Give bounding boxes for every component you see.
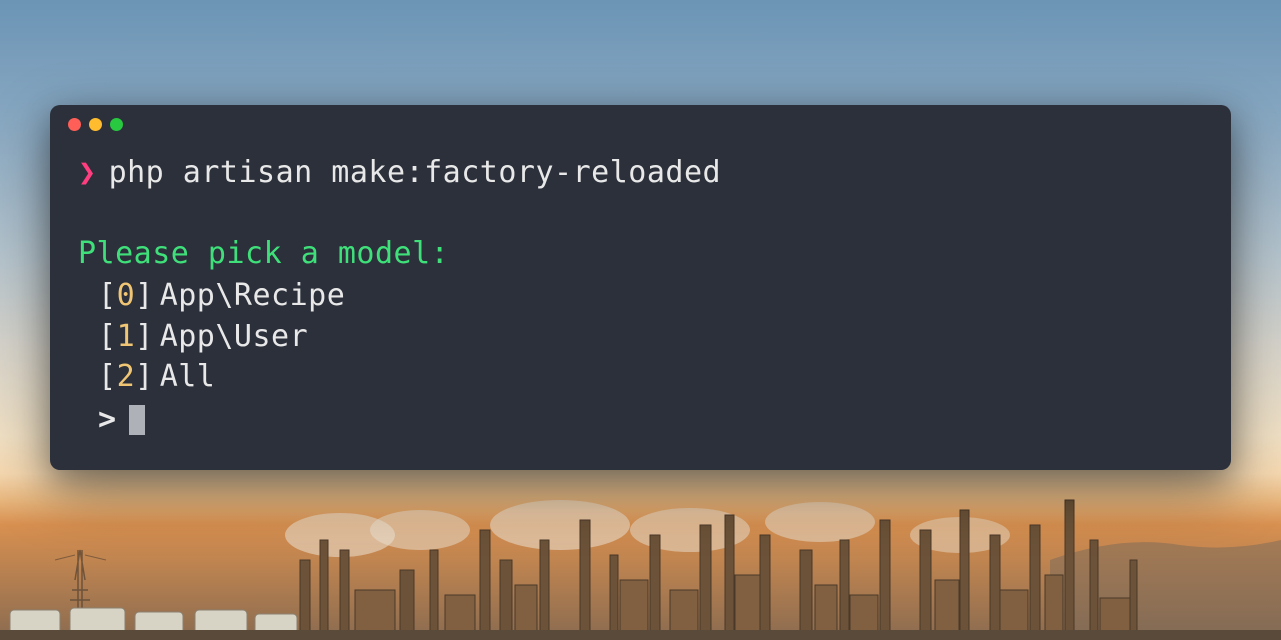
window-titlebar <box>50 105 1231 143</box>
terminal-body[interactable]: ❯ php artisan make:factory-reloaded Plea… <box>50 143 1231 440</box>
close-icon[interactable] <box>68 118 81 131</box>
option-1: [1]App\User <box>98 317 1203 358</box>
command-text: php artisan make:factory-reloaded <box>109 153 722 194</box>
maximize-icon[interactable] <box>110 118 123 131</box>
prompt-question: Please pick a model: <box>78 234 1203 275</box>
terminal-window[interactable]: ❯ php artisan make:factory-reloaded Plea… <box>50 105 1231 470</box>
prompt-symbol: ❯ <box>78 153 97 194</box>
cursor-icon <box>129 405 145 435</box>
input-line[interactable]: > <box>98 400 1203 441</box>
minimize-icon[interactable] <box>89 118 102 131</box>
option-0: [0]App\Recipe <box>98 276 1203 317</box>
command-line: ❯ php artisan make:factory-reloaded <box>78 153 1203 194</box>
option-2: [2]All <box>98 357 1203 398</box>
input-prompt-symbol: > <box>98 400 117 441</box>
skyline-illustration <box>0 480 1281 640</box>
